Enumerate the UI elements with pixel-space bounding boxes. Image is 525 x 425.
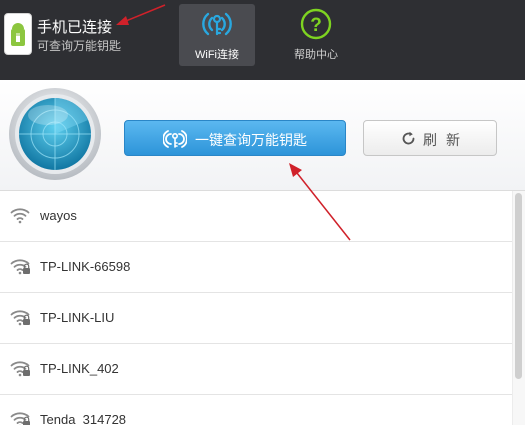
action-panel: 一键查询万能钥匙 刷新 — [0, 80, 525, 191]
wifi-key-icon — [202, 12, 232, 36]
wifi-network-list: wayos TP-LINK-66598 TP-LINK-LIU TP-LINK_402… — [0, 191, 512, 425]
network-row[interactable]: Tenda_314728 — [0, 395, 512, 425]
refresh-label: 刷新 — [423, 132, 469, 148]
android-phone-icon — [4, 13, 32, 55]
phone-status-title: 手机已连接 — [37, 19, 113, 36]
network-ssid: TP-LINK-66598 — [40, 259, 131, 274]
phone-connection-status: 手机已连接 可查询万能钥匙 — [4, 13, 174, 57]
network-row[interactable]: wayos — [0, 191, 512, 242]
tab-wifi-connect[interactable]: WiFi连接 — [179, 4, 255, 66]
wifi-locked-icon — [10, 361, 30, 377]
network-ssid: TP-LINK_402 — [40, 361, 119, 376]
top-header: 手机已连接 可查询万能钥匙 WiFi连接 ? 帮助中心 — [0, 0, 525, 80]
wifi-key-icon — [163, 130, 187, 148]
question-circle-icon: ? — [300, 8, 332, 40]
svg-text:?: ? — [310, 15, 322, 36]
tab-help-center[interactable]: ? 帮助中心 — [278, 4, 354, 66]
phone-status-subtitle: 可查询万能钥匙 — [37, 39, 122, 53]
network-ssid: Tenda_314728 — [40, 412, 127, 425]
query-master-key-button[interactable]: 一键查询万能钥匙 — [124, 120, 346, 156]
radar-scan-icon — [9, 88, 101, 180]
network-list-scrollbar[interactable] — [512, 191, 525, 425]
network-row[interactable]: TP-LINK_402 — [0, 344, 512, 395]
scrollbar-thumb[interactable] — [515, 193, 522, 379]
wifi-locked-icon — [10, 412, 30, 425]
tab-help-center-label: 帮助中心 — [294, 49, 338, 61]
query-master-key-label: 一键查询万能钥匙 — [195, 132, 307, 148]
wifi-signal-icon — [10, 208, 30, 224]
refresh-button[interactable]: 刷新 — [363, 120, 497, 156]
tab-wifi-connect-label: WiFi连接 — [195, 49, 239, 61]
wifi-locked-icon — [10, 310, 30, 326]
wifi-locked-icon — [10, 259, 30, 275]
network-ssid: TP-LINK-LIU — [40, 310, 115, 325]
refresh-icon — [402, 131, 415, 145]
network-row[interactable]: TP-LINK-LIU — [0, 293, 512, 344]
network-ssid: wayos — [40, 208, 77, 223]
network-row[interactable]: TP-LINK-66598 — [0, 242, 512, 293]
